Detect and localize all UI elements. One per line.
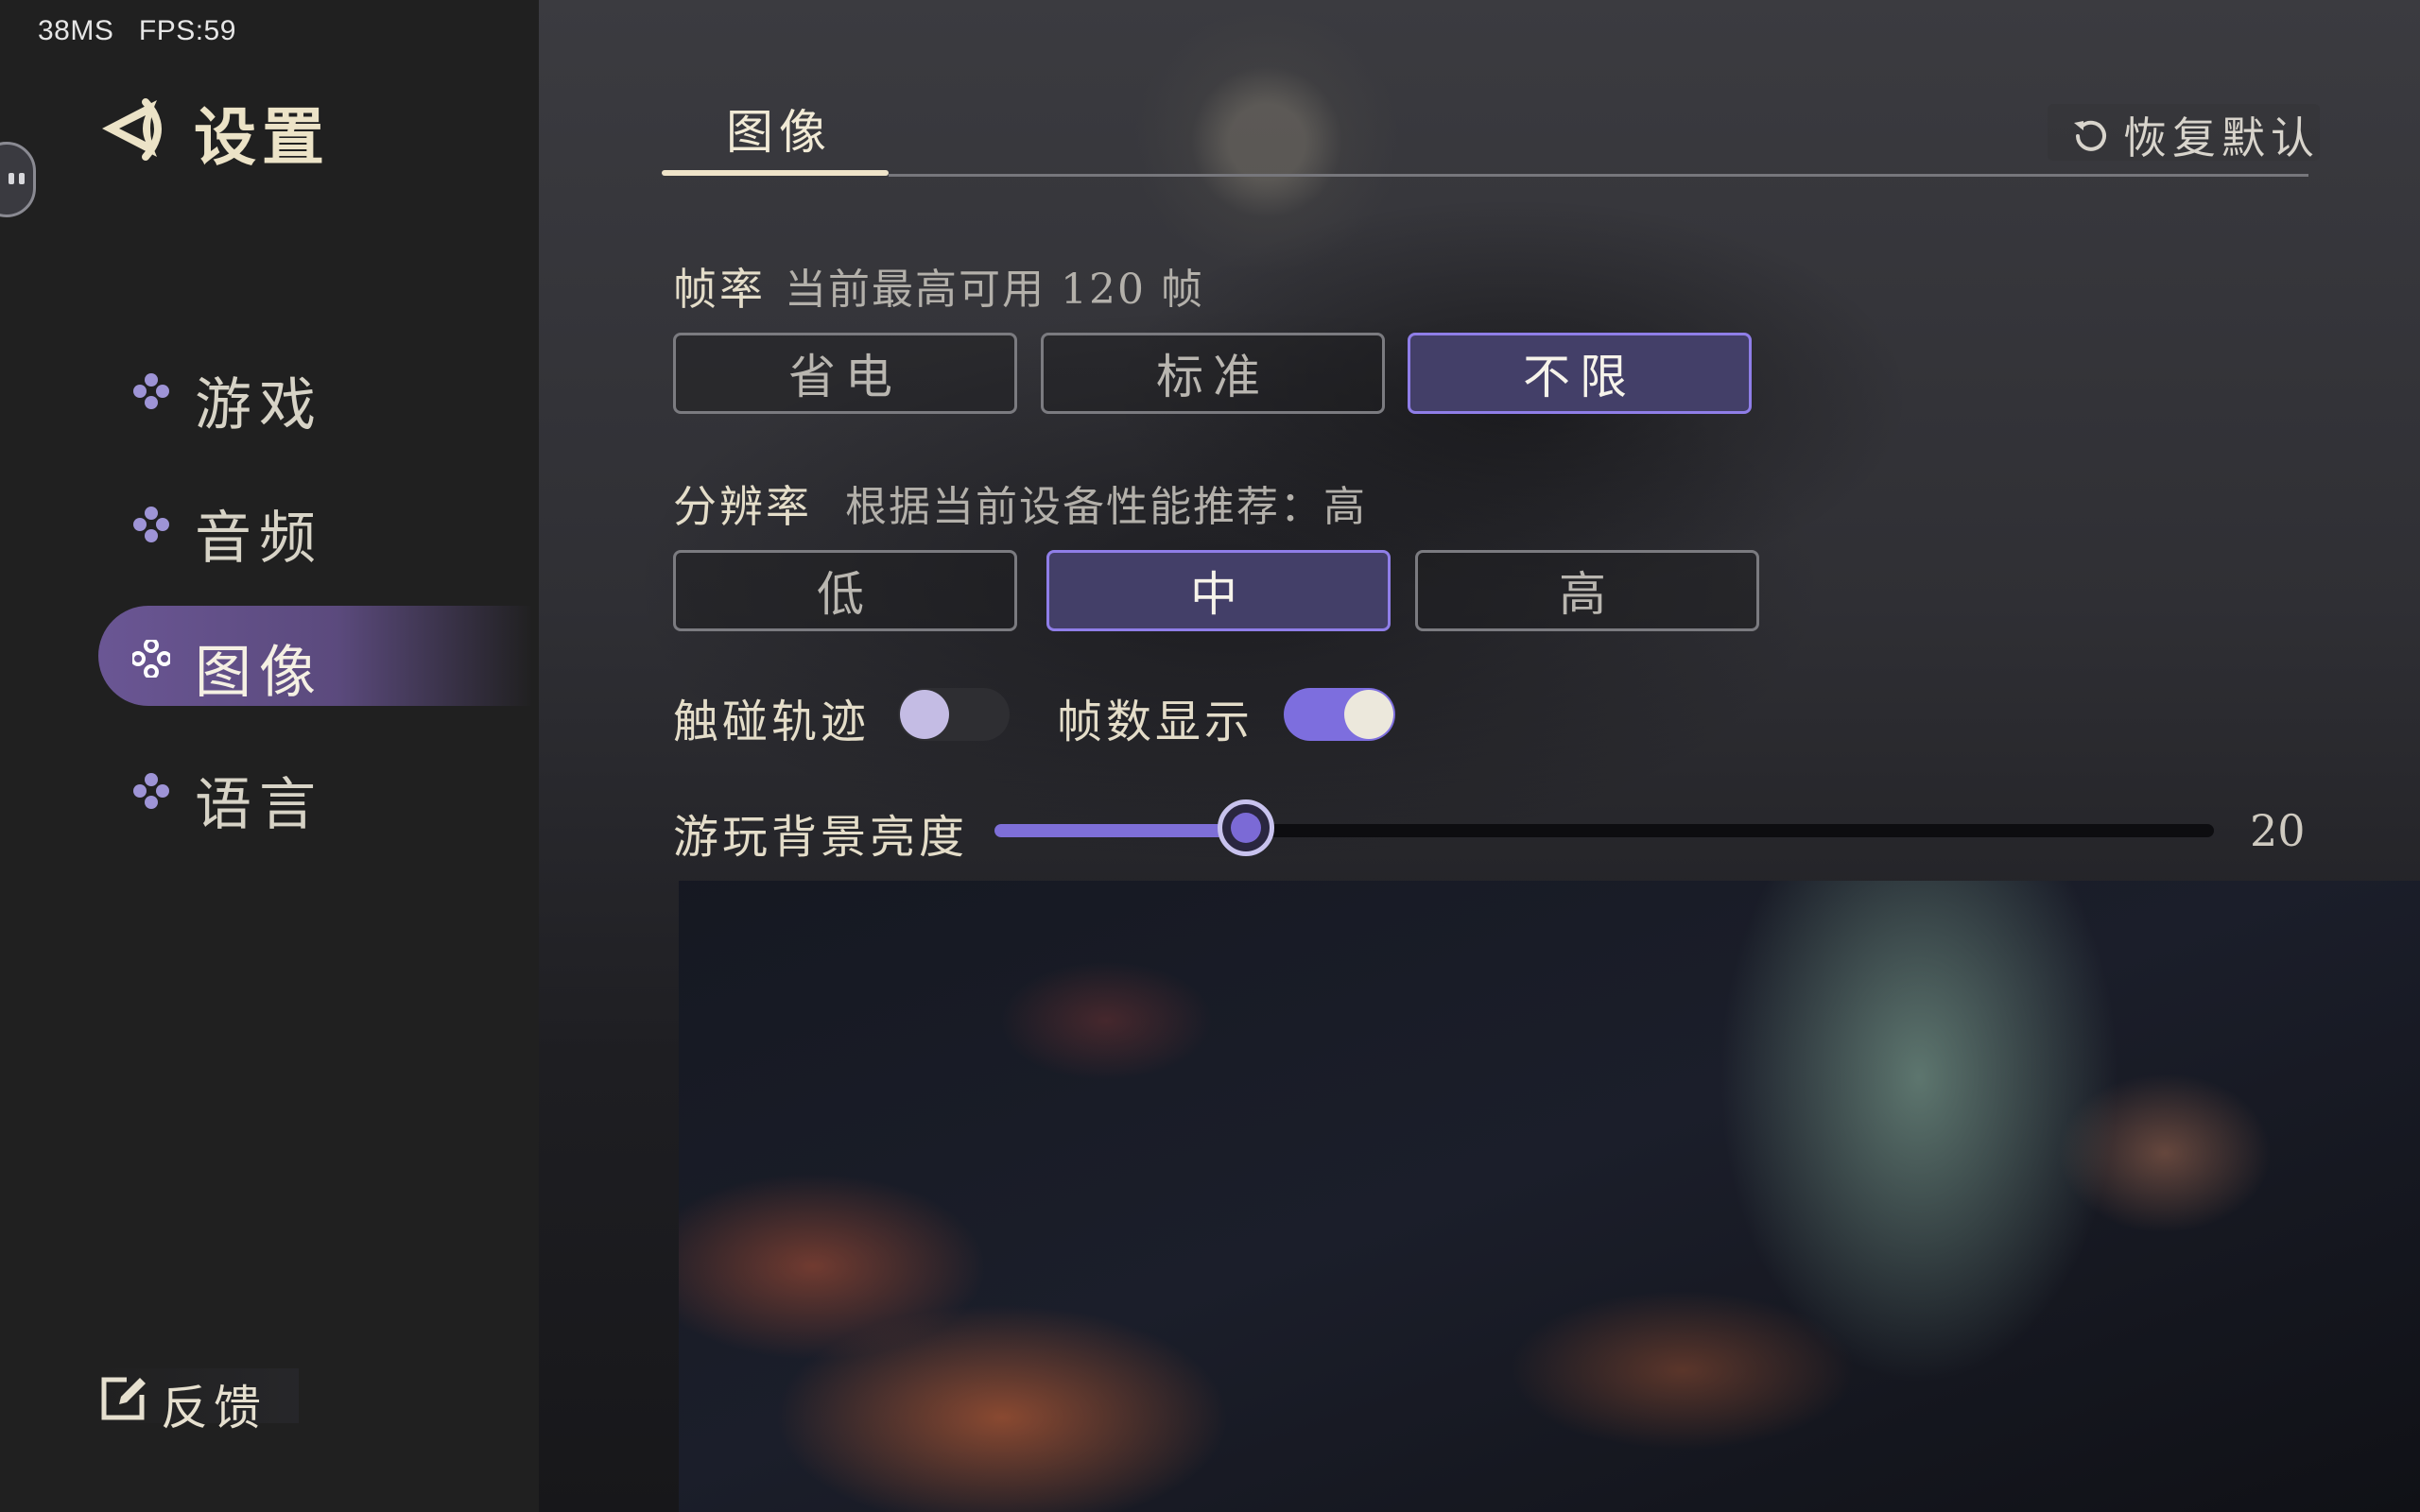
page-title: 设置 [194,101,330,174]
four-dot-diamond-icon [133,773,169,809]
four-dot-diamond-icon [133,507,169,542]
status-fps-readout: 38MS FPS:59 [38,15,236,46]
framerate-option-unlimited[interactable]: 不限 [1408,333,1752,414]
sidebar-item-graphics[interactable]: 图像 [98,606,533,706]
sidebar-item-language[interactable]: 语言 [98,738,533,838]
touch-trail-label: 触碰轨迹 [673,696,871,748]
restore-label: 恢复默认 [2123,112,2320,163]
sidebar-item-label: 图像 [195,640,323,706]
fps-display-label: 帧数显示 [1057,696,1254,748]
framerate-option-standard[interactable]: 标准 [1041,333,1385,414]
framerate-option-powersave[interactable]: 省电 [673,333,1017,414]
floating-helper-button[interactable] [0,142,36,217]
brightness-slider-thumb[interactable] [1217,799,1274,856]
sidebar-item-label: 语言 [195,772,323,838]
four-dot-diamond-icon [132,640,170,678]
brightness-value: 20 [2250,805,2306,856]
sidebar-item-audio[interactable]: 音频 [98,472,533,572]
refresh-icon [2074,120,2106,151]
brightness-slider-fill [994,824,1246,837]
brightness-slider[interactable] [994,799,2214,856]
background-preview [679,881,2420,1512]
four-dot-diamond-icon [133,373,169,409]
touch-trail-toggle[interactable] [898,688,1010,741]
restore-defaults-button[interactable]: 恢复默认 [2048,104,2320,163]
sidebar-item-label: 音频 [195,506,323,572]
feedback-button[interactable]: 反馈 [95,1368,299,1435]
fps-display-toggle[interactable] [1284,688,1395,741]
resolution-title: 分辨率 [673,481,812,532]
resolution-option-high[interactable]: 高 [1415,550,1759,631]
resolution-subtitle: 根据当前设备性能推荐：高 [845,483,1367,531]
brightness-label: 游玩背景亮度 [673,811,969,864]
framerate-title: 帧率 [673,264,766,315]
tab-label: 图像 [726,105,832,160]
edit-icon [101,1377,146,1420]
resolution-option-medium[interactable]: 中 [1046,550,1391,631]
framerate-subtitle: 当前最高可用 120 帧 [785,266,1204,314]
tab-active-indicator [662,170,889,176]
sidebar-item-label: 游戏 [195,372,323,438]
back-arrow-icon[interactable] [98,96,174,163]
tab-divider [889,174,2308,177]
tab-graphics[interactable]: 图像 [662,85,889,176]
sidebar: 38MS FPS:59 设置 游戏 音频 图像 语言 反馈 [0,0,539,1512]
sidebar-item-game[interactable]: 游戏 [98,338,533,438]
feedback-label: 反馈 [161,1381,267,1435]
resolution-option-low[interactable]: 低 [673,550,1017,631]
